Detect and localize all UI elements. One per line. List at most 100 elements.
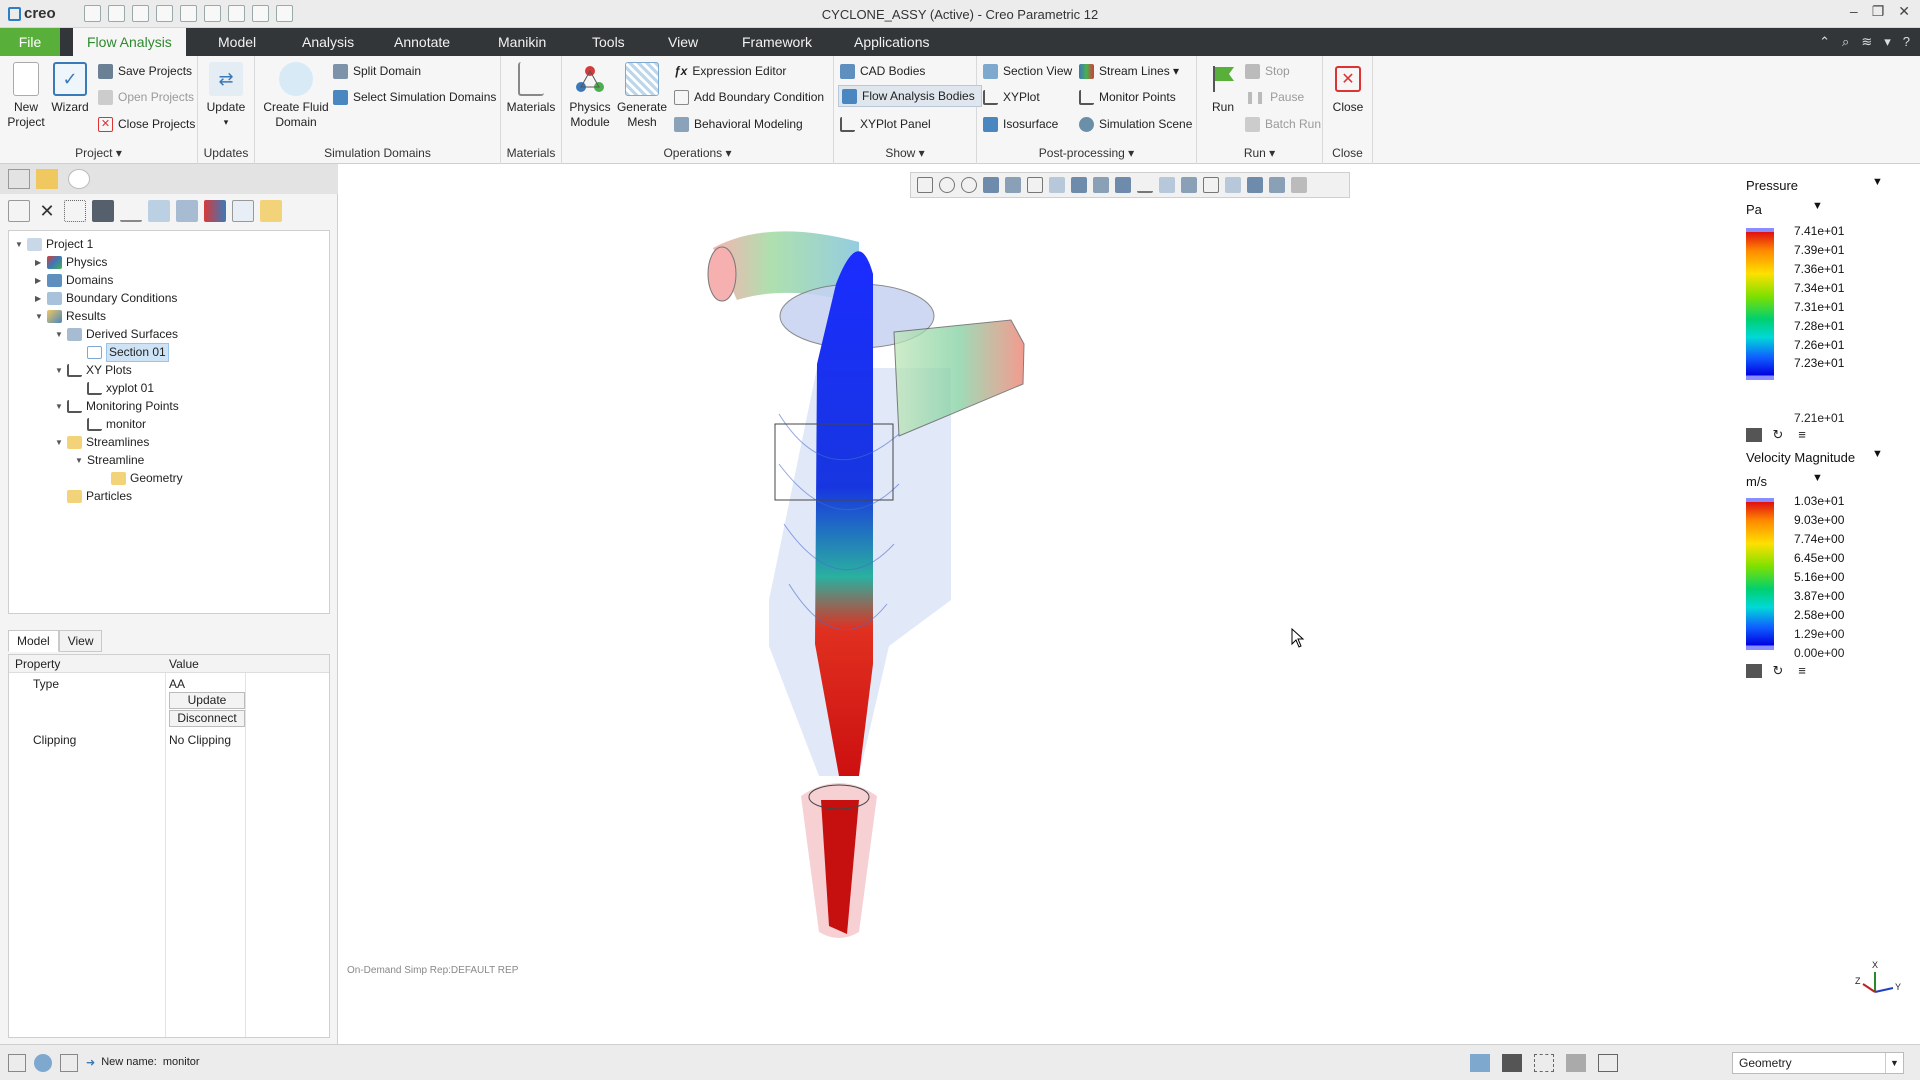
run-button[interactable]: Run <box>1197 62 1249 115</box>
filter-icon[interactable] <box>120 200 142 222</box>
unit-dropdown-icon[interactable]: ▼ <box>1812 472 1823 484</box>
tab-applications[interactable]: Applications <box>840 28 944 56</box>
monitor-points-button[interactable]: Monitor Points <box>1079 86 1176 108</box>
cad-bodies-button[interactable]: CAD Bodies <box>840 60 925 82</box>
regen-status-icon[interactable] <box>1470 1054 1490 1072</box>
generate-mesh-button[interactable]: Generate Mesh <box>616 62 668 130</box>
tree-node-particles[interactable]: Particles <box>67 488 132 505</box>
new-item-icon[interactable] <box>8 200 30 222</box>
tree-node-results[interactable]: ▼ Results <box>35 308 106 325</box>
group-label-post-processing[interactable]: Post-processing ▾ <box>977 146 1196 160</box>
section-view-button[interactable]: Section View <box>983 60 1072 82</box>
help-icon[interactable]: ? <box>1903 34 1910 50</box>
simulation-scene-button[interactable]: Simulation Scene <box>1079 113 1192 135</box>
collapse-ribbon-icon[interactable]: ⌃ <box>1819 34 1830 50</box>
tab-analysis[interactable]: Analysis <box>288 28 368 56</box>
physics-module-button[interactable]: Physics Module <box>564 62 616 130</box>
xyplot-button[interactable]: XYPlot <box>983 86 1040 108</box>
navigator-toggle-icon[interactable] <box>8 1054 26 1072</box>
save-projects-button[interactable]: Save Projects <box>98 60 192 82</box>
restore-icon[interactable]: ❐ <box>1872 3 1885 20</box>
tab-tools[interactable]: Tools <box>578 28 639 56</box>
stop-button[interactable]: Stop <box>1245 60 1290 82</box>
expand-arrow-icon[interactable]: ▶ <box>35 254 43 271</box>
stream-lines-button[interactable]: Stream Lines ▾ <box>1079 60 1179 82</box>
collapse-arrow-icon[interactable]: ▼ <box>55 434 63 451</box>
tree-node-project[interactable]: ▼ Project 1 <box>15 236 93 253</box>
select-simulation-domains-button[interactable]: Select Simulation Domains <box>333 86 496 108</box>
reset-icon[interactable]: ↻ <box>1770 428 1786 442</box>
tree-node-boundary-conditions[interactable]: ▶ Boundary Conditions <box>35 290 177 307</box>
group-label-operations[interactable]: Operations ▾ <box>562 146 833 160</box>
batch-run-button[interactable]: Batch Run <box>1245 113 1321 135</box>
isosurface-button[interactable]: Isosurface <box>983 113 1058 135</box>
close-button[interactable]: ✕ Close <box>1323 62 1373 115</box>
tree-node-domains[interactable]: ▶ Domains <box>35 272 113 289</box>
flow-analysis-bodies-button[interactable]: Flow Analysis Bodies <box>838 85 982 107</box>
chevron-down-icon[interactable]: ▾ <box>1884 34 1891 50</box>
selection-box-icon[interactable] <box>1534 1054 1554 1072</box>
browser-toggle-icon[interactable] <box>34 1054 52 1072</box>
collapse-arrow-icon[interactable]: ▼ <box>55 362 63 379</box>
fullscreen-icon[interactable] <box>60 1054 78 1072</box>
tab-file[interactable]: File <box>0 28 60 56</box>
materials-button[interactable]: Materials <box>505 62 557 115</box>
expand-arrow-icon[interactable]: ▶ <box>35 290 43 307</box>
delete-icon[interactable]: ✕ <box>36 200 58 222</box>
expand-arrow-icon[interactable]: ▶ <box>35 272 43 289</box>
split-domain-button[interactable]: Split Domain <box>333 60 421 82</box>
message-log-icon[interactable] <box>1598 1054 1618 1072</box>
tab-manikin[interactable]: Manikin <box>484 28 560 56</box>
unit-dropdown-icon[interactable]: ▼ <box>1812 200 1823 212</box>
wizard-button[interactable]: ✓ Wizard <box>44 62 96 115</box>
minimize-icon[interactable]: – <box>1850 3 1858 20</box>
tab-model-properties[interactable]: Model <box>8 630 59 652</box>
search-icon[interactable]: ⌕ <box>1842 34 1849 50</box>
tab-framework[interactable]: Framework <box>728 28 826 56</box>
view-option-icon[interactable] <box>148 200 170 222</box>
tree-node-monitor[interactable]: monitor <box>87 416 146 433</box>
chevron-down-icon[interactable]: ▾ <box>200 115 252 130</box>
group-label-show[interactable]: Show ▾ <box>834 146 976 160</box>
tab-view-properties[interactable]: View <box>58 630 103 652</box>
collapse-arrow-icon[interactable]: ▼ <box>75 452 83 469</box>
color-map-icon[interactable] <box>204 200 226 222</box>
close-projects-button[interactable]: ✕ Close Projects <box>98 113 195 135</box>
tree-node-xy-plots[interactable]: ▼ XY Plots <box>55 362 132 379</box>
expression-editor-button[interactable]: ƒx Expression Editor <box>674 60 786 82</box>
tree-node-geometry[interactable]: Geometry <box>111 470 183 487</box>
display-option-icon[interactable] <box>176 200 198 222</box>
menu-icon[interactable]: ≡ <box>1794 428 1810 442</box>
reset-icon[interactable]: ↻ <box>1770 664 1786 678</box>
chevron-down-icon[interactable]: ▼ <box>1872 448 1883 460</box>
disconnect-button[interactable]: Disconnect <box>169 710 245 727</box>
folder-browser-tab-icon[interactable] <box>36 169 58 189</box>
update-property-button[interactable]: Update <box>169 692 245 709</box>
model-tree-tab-icon[interactable] <box>8 169 30 189</box>
create-fluid-domain-button[interactable]: Create Fluid Domain <box>259 62 333 130</box>
cyclone-model[interactable] <box>339 164 1920 1044</box>
behavioral-modeling-button[interactable]: Behavioral Modeling <box>674 113 803 135</box>
close-icon[interactable]: ✕ <box>1898 3 1910 20</box>
pin-icon[interactable] <box>1746 664 1762 678</box>
settings-icon[interactable]: ≋ <box>1861 34 1872 50</box>
find-icon[interactable] <box>1502 1054 1522 1072</box>
tab-annotate[interactable]: Annotate <box>380 28 464 56</box>
tab-flow-analysis[interactable]: Flow Analysis <box>73 28 186 56</box>
tree-node-derived-surfaces[interactable]: ▼ Derived Surfaces <box>55 326 178 343</box>
flow-analysis-tree-tab-icon[interactable] <box>68 169 90 189</box>
group-label-project[interactable]: Project ▾ <box>0 146 197 160</box>
selected-items-icon[interactable] <box>1566 1054 1586 1072</box>
pin-icon[interactable] <box>1746 428 1762 442</box>
add-boundary-condition-button[interactable]: Add Boundary Condition <box>674 86 824 108</box>
pause-button[interactable]: ❚❚ Pause <box>1245 86 1304 108</box>
update-button[interactable]: ⇄ Update ▾ <box>200 62 252 130</box>
chevron-down-icon[interactable]: ▼ <box>1885 1053 1903 1073</box>
menu-icon[interactable]: ≡ <box>1794 664 1810 678</box>
tree-structure-icon[interactable] <box>64 200 86 222</box>
tab-view[interactable]: View <box>654 28 712 56</box>
graphics-viewport[interactable]: On-Demand Simp Rep:DEFAULT REP Pressure … <box>339 164 1920 1044</box>
selection-filter[interactable]: Geometry ▼ <box>1732 1052 1904 1074</box>
open-projects-button[interactable]: Open Projects <box>98 86 194 108</box>
xyplot-panel-button[interactable]: XYPlot Panel <box>840 113 931 135</box>
